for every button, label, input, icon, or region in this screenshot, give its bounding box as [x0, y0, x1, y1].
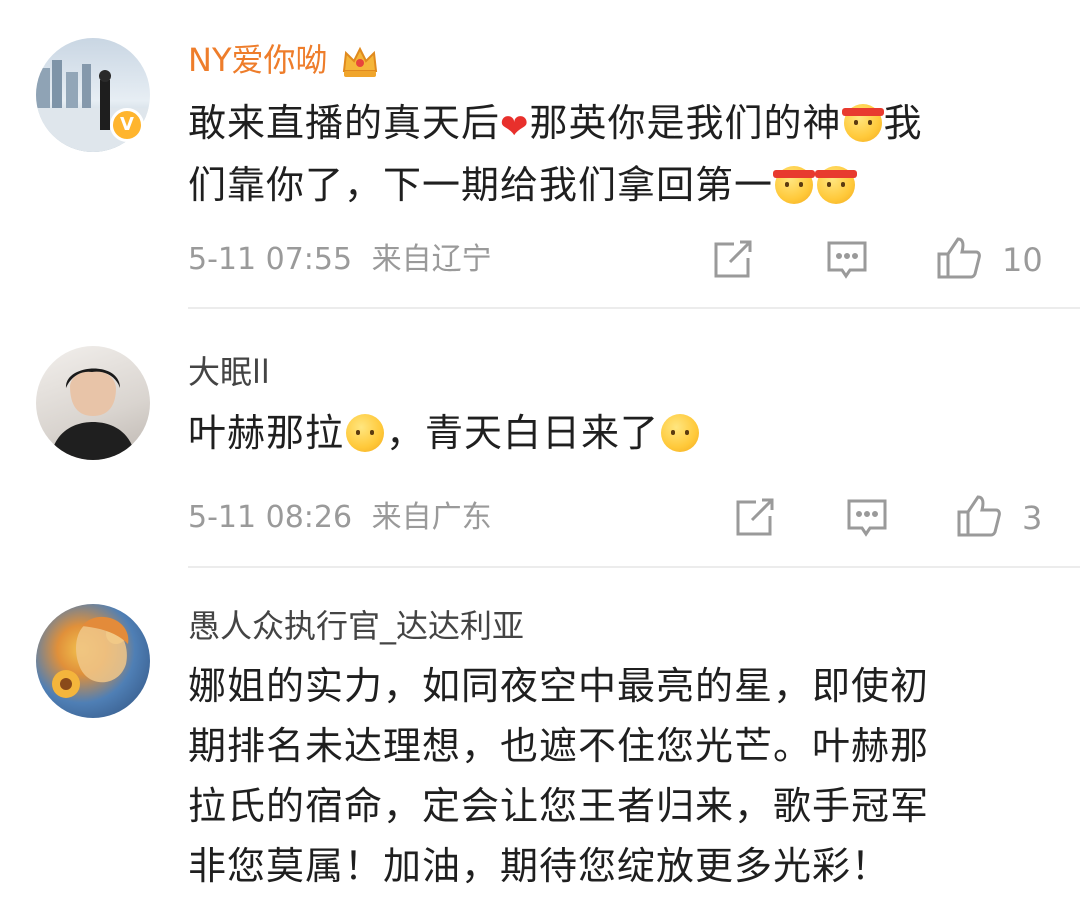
comment-icon[interactable] [826, 240, 868, 280]
comment-text: 敢来直播的真天后❤那英你是我们的神我 们靠你了，下一期给我们拿回第一 [188, 94, 1058, 214]
timestamp: 5-11 08:26 [188, 500, 353, 535]
avatar[interactable] [36, 604, 150, 718]
comment-text: 叶赫那拉 ，青天白日来了 [188, 404, 1058, 462]
headband-emoji-icon [815, 166, 858, 204]
comment-text: 娜姐的实力，如同夜空中最亮的星，即使初 期排名未达理想，也遮不住您光芒。叶赫那 … [188, 656, 1058, 896]
thinking-emoji-icon [661, 414, 700, 452]
location: 来自辽宁 [371, 242, 492, 277]
thumbs-up-icon[interactable] [936, 236, 982, 280]
share-icon[interactable] [734, 498, 776, 538]
comment-item: 愚人众执行官_达达利亚 娜姐的实力，如同夜空中最亮的星，即使初 期排名未达理想，… [0, 570, 1080, 920]
share-icon[interactable] [712, 240, 754, 280]
comment-text-line: 娜姐的实力，如同夜空中最亮的星，即使初 [188, 664, 930, 708]
comment-icon[interactable] [846, 498, 888, 538]
headband-emoji-icon [841, 104, 884, 142]
timestamp: 5-11 07:55 [188, 242, 353, 277]
comment-meta: 5-11 07:55 来自辽宁 [188, 240, 492, 280]
headband-emoji-icon [773, 166, 816, 204]
username[interactable]: 愚人众执行官_达达利亚 [188, 606, 524, 646]
location: 来自广东 [371, 500, 492, 535]
username-text: NY爱你呦 [188, 41, 328, 79]
comment-item: V NY爱你呦 敢来直播的真天后❤那英你是我们的神我 们靠你了，下一期给我们拿回… [0, 0, 1080, 300]
divider [188, 566, 1080, 568]
question-emoji-icon [346, 414, 385, 452]
heart-icon: ❤ [500, 107, 530, 147]
username[interactable]: NY爱你呦 [188, 40, 380, 80]
like-count: 3 [1022, 499, 1043, 537]
comment-text-line: 期排名未达理想，也遮不住您光芒。叶赫那 [188, 724, 930, 768]
comment-text-line: 拉氏的宿命，定会让您王者归来，歌手冠军 [188, 784, 930, 828]
like-count: 10 [1002, 241, 1043, 279]
username[interactable]: 大眠ll [188, 352, 270, 392]
comment-meta: 5-11 08:26 来自广东 [188, 498, 492, 538]
thumbs-up-icon[interactable] [956, 494, 1002, 538]
comment-item: 大眠ll 叶赫那拉 ，青天白日来了 5-11 08:26 来自广东 3 [0, 310, 1080, 570]
avatar[interactable] [36, 346, 150, 460]
verified-badge-icon: V [110, 108, 144, 142]
divider [188, 307, 1080, 309]
comment-text-line: 非您莫属！加油，期待您绽放更多光彩！ [188, 844, 891, 888]
crown-icon [340, 45, 380, 79]
